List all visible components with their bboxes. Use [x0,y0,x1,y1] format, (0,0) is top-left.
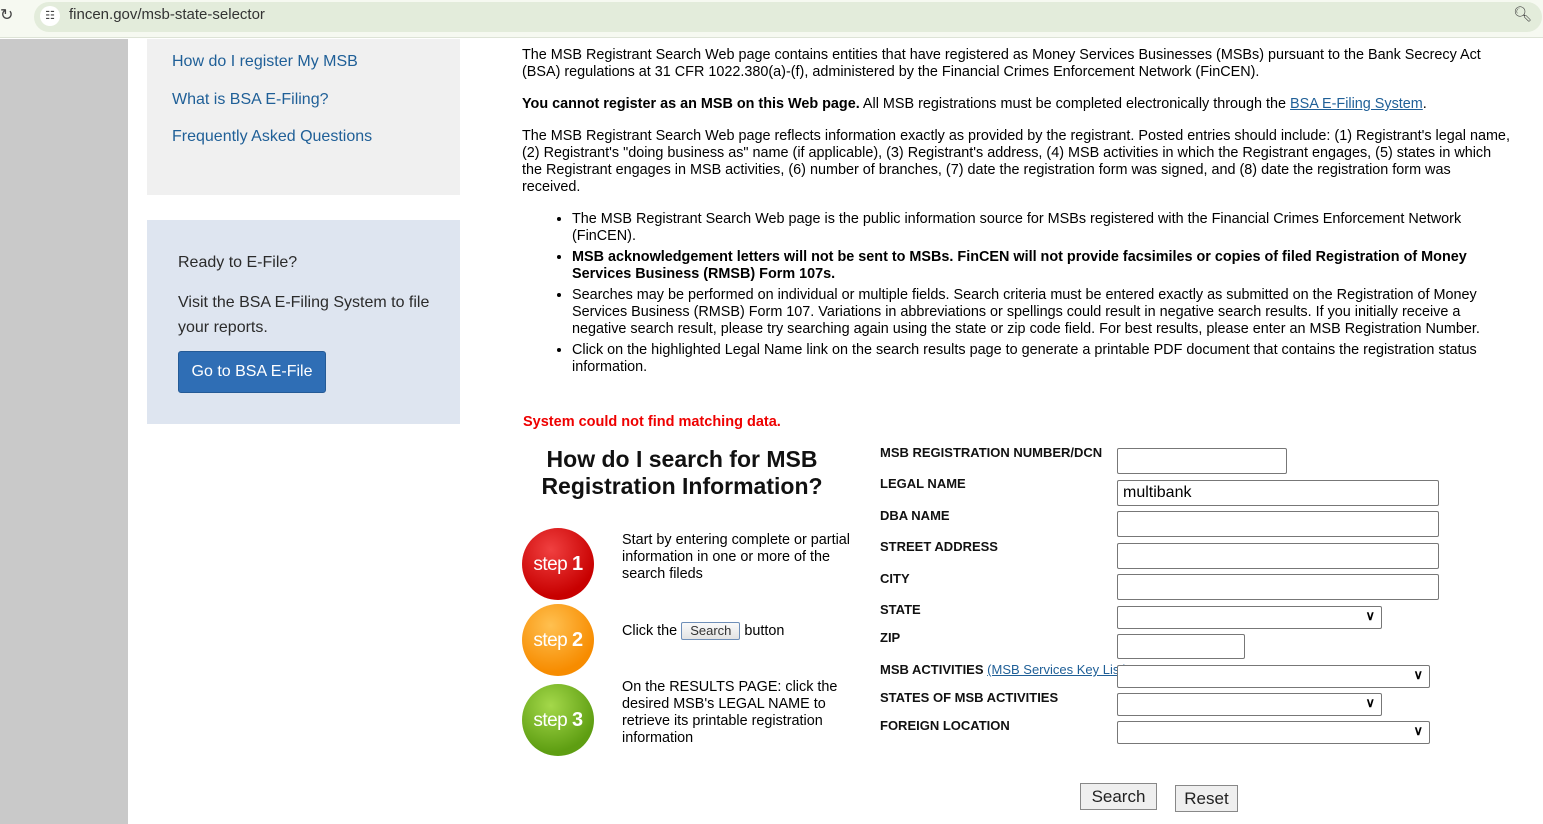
notice-bold: You cannot register as an MSB on this We… [522,96,860,112]
howto-title: How do I search for MSB Registration Inf… [541,446,823,499]
info-list: The MSB Registrant Search Web page is th… [572,211,1512,376]
state-select[interactable]: ∨ [1117,606,1382,629]
step-number: 3 [572,709,583,731]
efile-heading: Ready to E-File? [178,254,298,271]
step-2-pre: Click the [622,623,678,639]
zip-label: ZIP [880,630,901,645]
list-item: Searches may be performed on individual … [572,287,1512,338]
left-gutter [0,39,128,824]
bsa-efiling-link[interactable]: BSA E-Filing System [1290,96,1423,112]
activities-label: MSB ACTIVITIES (MSB Services Key List) [880,662,1127,677]
search-button[interactable]: Search [1080,783,1157,810]
step-2-text: Click the Search button [622,622,852,640]
activities-select[interactable]: ∨ [1117,665,1430,688]
states-activities-select[interactable]: ∨ [1117,693,1382,716]
step-word: step [533,710,568,731]
city-label: CITY [880,571,910,586]
intro-paragraph: The MSB Registrant Search Web page conta… [522,47,1481,80]
search-button-sample: Search [681,622,741,640]
info-paragraph: The MSB Registrant Search Web page refle… [522,128,1510,195]
reset-button[interactable]: Reset [1175,785,1238,812]
chevron-down-icon: ∨ [1413,667,1423,682]
step-number: 2 [572,629,583,651]
step-word: step [533,630,568,651]
list-item: Click on the highlighted Legal Name link… [572,342,1512,376]
notice-text: All MSB registrations must be completed … [859,96,1291,112]
dba-name-input[interactable] [1117,511,1439,537]
legal-name-input[interactable] [1117,480,1439,506]
efile-text: Visit the BSA E-Filing System to file yo… [178,294,430,336]
step-1-text: Start by entering complete or partial in… [622,532,850,582]
step-1-badge: step 1 [522,528,594,600]
list-item: The MSB Registrant Search Web page is th… [572,211,1512,245]
step-2-badge: step 2 [522,604,594,676]
chevron-down-icon: ∨ [1365,608,1375,623]
nav-register-msb[interactable]: How do I register My MSB [172,53,358,71]
street-input[interactable] [1117,543,1439,569]
city-input[interactable] [1117,574,1439,600]
reg-number-input[interactable] [1117,448,1287,474]
step-2-post: button [744,623,785,639]
register-notice: You cannot register as an MSB on this We… [522,96,1512,113]
step-3-badge: step 3 [522,684,594,756]
reg-number-label: MSB REGISTRATION NUMBER/DCN [880,445,1103,460]
efile-panel: Ready to E-File? Visit the BSA E-Filing … [147,220,460,424]
chevron-down-icon: ∨ [1365,695,1375,710]
zoom-icon[interactable]: 🔍︎ [1513,5,1532,23]
url-text[interactable]: fincen.gov/msb-state-selector [69,6,265,23]
state-label: STATE [880,602,921,617]
foreign-location-select[interactable]: ∨ [1117,721,1430,744]
foreign-location-label: FOREIGN LOCATION [880,718,1010,733]
step-word: step [533,554,568,575]
error-message: System could not find matching data. [523,414,781,430]
chevron-down-icon: ∨ [1413,723,1423,738]
notice-end: . [1422,96,1427,112]
legal-name-label: LEGAL NAME [880,476,966,491]
nav-faq[interactable]: Frequently Asked Questions [172,128,372,146]
main-content: The MSB Registrant Search Web page conta… [522,47,1512,395]
dba-name-label: DBA NAME [880,508,950,523]
street-label: STREET ADDRESS [880,539,998,554]
activities-label-text: MSB ACTIVITIES [880,662,984,677]
step-number: 1 [572,553,583,575]
list-item: MSB acknowledgement letters will not be … [572,249,1512,283]
sidebar-nav: How do I register My MSB What is BSA E-F… [147,39,460,195]
site-settings-icon[interactable]: ☷ [40,6,60,26]
states-activities-label: STATES OF MSB ACTIVITIES [880,690,1059,705]
nav-bsa-efiling[interactable]: What is BSA E-Filing? [172,91,329,109]
step-3-text: On the RESULTS PAGE: click the desired M… [622,679,838,746]
reload-icon[interactable]: ↻ [0,5,13,25]
zip-input[interactable] [1117,634,1245,659]
go-to-efile-button[interactable]: Go to BSA E-File [178,351,326,393]
msb-services-key-link[interactable]: (MSB Services Key List) [987,662,1127,677]
